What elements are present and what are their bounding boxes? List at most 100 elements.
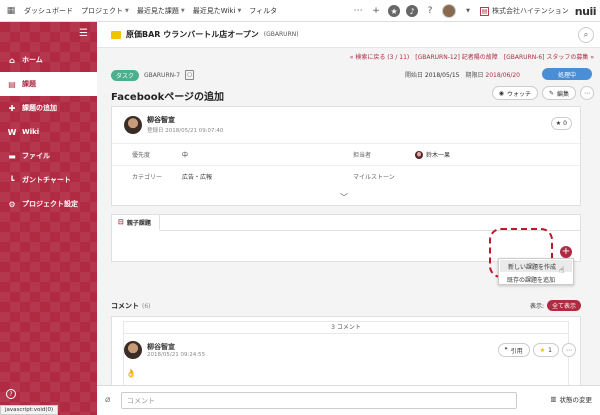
star-button[interactable]: ★ 0 xyxy=(550,117,572,130)
plus-icon: ✚ xyxy=(8,103,16,113)
paperclip-icon[interactable]: ⌀ xyxy=(105,395,110,405)
comment-author: 柳谷智宣 2018/05/21 09:24:55 xyxy=(124,341,205,359)
sidebar-item-add-issue[interactable]: ✚ 課題の追加 xyxy=(0,96,97,120)
project-name[interactable]: 原価BAR ウランバートル店オープン xyxy=(126,29,259,40)
author-name[interactable]: 柳谷智宣 xyxy=(147,342,205,352)
edit-button[interactable]: ✎ 編集 xyxy=(541,86,576,100)
status-change-button[interactable]: ▥ 状態の変更 xyxy=(550,394,592,404)
next-issue-link[interactable]: [GBARURN-6] スタッフの募集 » xyxy=(504,52,594,61)
eye-icon: ◉ xyxy=(498,89,504,97)
sidebar-item-home[interactable]: ⌂ ホーム xyxy=(0,48,97,72)
sidebar-item-label: ホーム xyxy=(22,56,43,64)
filter-all-button[interactable]: 全て表示 xyxy=(546,300,581,311)
sidebar-item-label: 課題 xyxy=(22,80,36,88)
nav-dashboard[interactable]: ダッシュボード xyxy=(24,6,73,16)
sidebar-item-issues[interactable]: ▤ 課題 xyxy=(0,72,97,96)
comments-header: コメント (6) 表示: 全て表示 xyxy=(111,300,581,312)
quote-button[interactable]: ❞ 引用 xyxy=(497,343,530,357)
star-button[interactable]: ★ 1 xyxy=(532,343,559,357)
sidebar-item-gantt[interactable]: ┗ ガントチャート xyxy=(0,168,97,192)
tab-subtasks[interactable]: ⊟ 親子課題 xyxy=(112,215,160,231)
back-to-search-link[interactable]: « 検索に戻る (3 / 11) xyxy=(350,52,409,61)
chevron-down-icon: ▼ xyxy=(180,7,185,14)
quote-icon: ❞ xyxy=(504,346,508,354)
sidebar-menu: ⌂ ホーム ▤ 課題 ✚ 課題の追加 W Wiki ▬ ファイル ┗ ガントチャート ⚙ プロ… xyxy=(0,48,97,216)
more-icon[interactable]: ⋯ xyxy=(352,5,364,17)
copy-icon[interactable]: ▢ xyxy=(185,70,195,80)
issue-author: 柳谷智宣 登録日 2018/05/21 09:07:40 xyxy=(124,115,223,134)
wiki-icon: W xyxy=(7,127,17,137)
hand-cursor-icon: ☝ xyxy=(559,266,565,276)
sidebar-item-files[interactable]: ▬ ファイル xyxy=(0,144,97,168)
status-badge[interactable]: 処理中 xyxy=(542,68,592,80)
nav-filter-label: フィルタ xyxy=(249,6,278,15)
top-right-tools: ⋯ + ★ ♪ ? ▼ ▤ 株式会社ハイテンション nuii xyxy=(352,0,597,22)
project-key: (GBARURN) xyxy=(263,31,299,38)
comment-filter: 表示: 全て表示 xyxy=(530,300,581,311)
nav-recent-issues-label: 最近見た課題 xyxy=(136,6,179,15)
field-label: 優先度 xyxy=(132,152,151,159)
subtask-icon: ⊟ xyxy=(118,218,124,226)
star-count: 1 xyxy=(548,346,552,354)
ok-hand-emoji: 👌 xyxy=(126,369,136,378)
author-name[interactable]: 柳谷智宣 xyxy=(147,115,223,125)
main-content: 原価BAR ウランバートル店オープン (GBARURN) ⌕ « 検索に戻る (… xyxy=(97,22,600,415)
sidebar-item-label: ファイル xyxy=(22,152,50,160)
top-nav: ダッシュボード プロジェクト ▼ 最近見た課題 ▼ 最近見たWiki ▼ フィルタ xyxy=(24,6,277,16)
search-icon[interactable]: ⌕ xyxy=(578,27,594,43)
gantt-icon: ┗ xyxy=(9,175,15,185)
menu-icon[interactable]: ☰ xyxy=(79,28,88,39)
sidebar-item-label: プロジェクト設定 xyxy=(22,200,78,208)
more-button[interactable]: ⋯ xyxy=(562,343,576,357)
issue-fields: 優先度 中 担当者 鈴木一果 カテゴリー 広告・広報 マイルストーン xyxy=(112,143,580,187)
expand-chevron-icon[interactable]: ﹀ xyxy=(340,192,348,203)
user-avatar[interactable] xyxy=(442,4,457,18)
nav-filter[interactable]: フィルタ xyxy=(249,6,277,16)
nav-recent-wiki-label: 最近見たWiki xyxy=(192,6,236,15)
created-date: 登録日 2018/05/21 09:07:40 xyxy=(147,128,224,134)
watch-button[interactable]: ◉ ウォッチ xyxy=(491,86,538,100)
building-icon: ▤ xyxy=(480,6,490,16)
nav-recent-wiki[interactable]: 最近見たWiki ▼ xyxy=(193,6,242,16)
watch-label: ウォッチ xyxy=(506,90,531,98)
sidebar-item-wiki[interactable]: W Wiki xyxy=(0,120,97,144)
issue-dates: 開始日 2018/05/15 期限日 2018/06/20 xyxy=(405,70,520,79)
company-switcher[interactable]: ▤ 株式会社ハイテンション xyxy=(480,6,569,16)
issue-meta: タスク GBARURN-7 ▢ 開始日 2018/05/15 期限日 2018/… xyxy=(111,68,594,82)
sidebar-item-project-settings[interactable]: ⚙ プロジェクト設定 xyxy=(0,192,97,216)
field-row: カテゴリー 広告・広報 マイルストーン xyxy=(112,165,580,187)
field-label: マイルストーン xyxy=(353,174,395,181)
app-logo: nuii xyxy=(574,4,597,18)
star-icon[interactable]: ★ xyxy=(388,5,401,17)
help-icon[interactable]: ? xyxy=(424,5,436,17)
status-change-label: 状態の変更 xyxy=(559,396,593,404)
bell-icon[interactable]: ♪ xyxy=(406,5,419,17)
comment-counter[interactable]: 3 コメント xyxy=(124,322,568,334)
comments-count: (6) xyxy=(142,302,151,310)
browser-status-text: javascript:void(0) xyxy=(0,405,59,415)
tab-label: 親子課題 xyxy=(126,219,151,227)
nav-project[interactable]: プロジェクト ▼ xyxy=(81,6,129,16)
start-date: 2018/05/15 xyxy=(424,72,460,79)
plus-icon[interactable]: + xyxy=(370,5,382,17)
chevron-down-icon[interactable]: ▼ xyxy=(462,5,474,17)
app-grid-icon[interactable]: ▦ xyxy=(0,0,22,22)
nav-recent-issues[interactable]: 最近見た課題 ▼ xyxy=(137,6,185,16)
pencil-icon: ✎ xyxy=(548,89,554,97)
add-subtask-button[interactable]: + xyxy=(560,246,572,258)
status-change-icon: ▥ xyxy=(550,395,557,403)
field-label: 担当者 xyxy=(353,152,372,159)
field-label: カテゴリー xyxy=(132,174,163,181)
comment-input[interactable]: コメント xyxy=(121,392,517,409)
comment-date: 2018/05/21 09:24:55 xyxy=(147,352,206,358)
prev-issue-link[interactable]: [GBARURN-12] 記者陽の故障 xyxy=(415,52,497,61)
field-value: 中 xyxy=(182,152,189,159)
more-button[interactable]: ⋯ xyxy=(580,86,594,100)
home-icon: ⌂ xyxy=(9,55,15,65)
comment-composer: ⌀ コメント ▥ 状態の変更 xyxy=(97,385,600,415)
assignee-value: 鈴木一果 xyxy=(415,150,578,159)
help-icon[interactable]: ? xyxy=(6,389,16,399)
star-count: 0 xyxy=(563,120,567,127)
issue-key: GBARURN-7 xyxy=(144,71,181,79)
nav-project-label: プロジェクト xyxy=(81,6,123,15)
